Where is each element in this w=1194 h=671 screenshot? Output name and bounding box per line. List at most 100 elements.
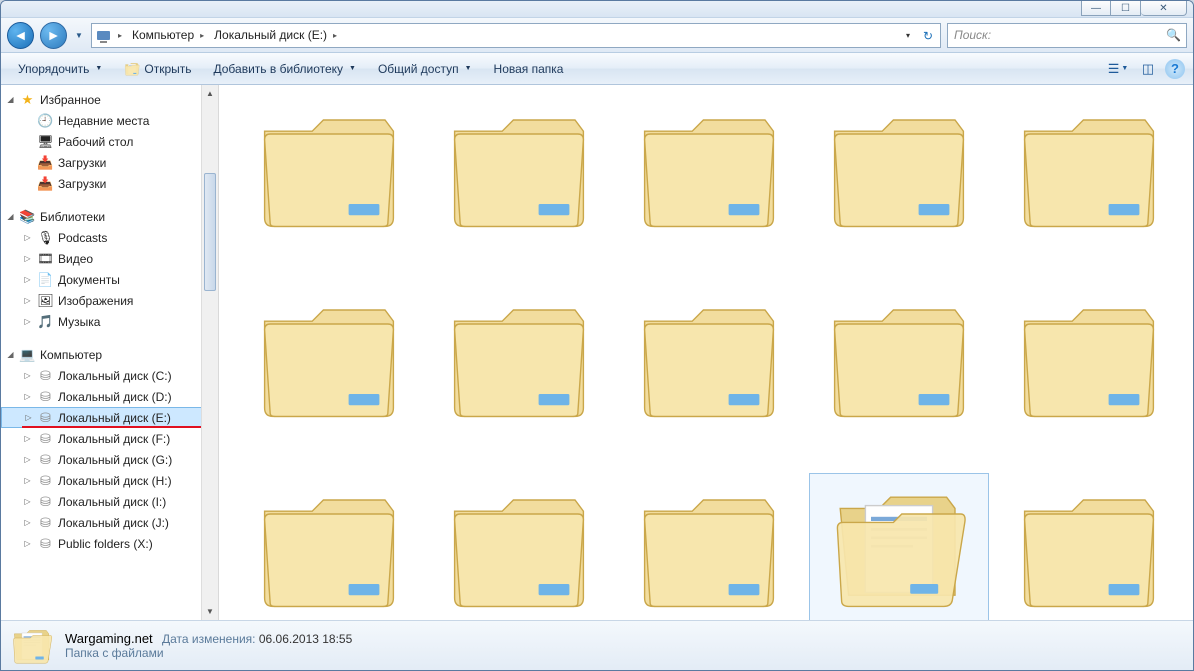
expand-icon[interactable]: ▷ <box>23 476 32 485</box>
forward-button[interactable]: ► <box>40 22 67 49</box>
drive-item[interactable]: ▷⛁Локальный диск (H:) <box>1 470 218 491</box>
titlebar[interactable]: — ☐ ✕ <box>1 1 1193 18</box>
tree-item[interactable]: ▷🖼Изображения <box>1 290 218 311</box>
file-list[interactable]: Wargaming.net <box>219 85 1193 620</box>
tree-item[interactable]: 🕘Недавние места <box>1 110 218 131</box>
folder-item[interactable] <box>429 473 609 620</box>
chevron-right-icon: ▸ <box>114 31 126 40</box>
libraries-root[interactable]: ◢ 📚 Библиотеки <box>1 206 218 227</box>
scroll-down-button[interactable]: ▼ <box>202 603 218 620</box>
folder-item[interactable] <box>999 283 1179 463</box>
scroll-thumb[interactable] <box>204 173 216 291</box>
expand-icon[interactable]: ▷ <box>23 539 32 548</box>
tree-item[interactable]: ▷ 📄 Документы <box>1 269 218 290</box>
breadcrumb-computer[interactable]: Компьютер ▸ <box>129 24 211 47</box>
folder-icon <box>449 289 589 429</box>
folder-item[interactable] <box>999 93 1179 273</box>
folder-item[interactable] <box>619 473 799 620</box>
breadcrumb-label: Локальный диск (E:) <box>214 28 327 42</box>
documents-icon: 📄 <box>37 271 54 288</box>
share-button[interactable]: Общий доступ▼ <box>369 57 481 81</box>
expand-icon[interactable]: ▷ <box>23 434 32 443</box>
expand-icon[interactable]: ▷ <box>23 254 32 263</box>
folder-item[interactable] <box>429 283 609 463</box>
drive-item[interactable]: ▷⛁Локальный диск (I:) <box>1 491 218 512</box>
breadcrumb-drive[interactable]: Локальный диск (E:) ▸ <box>211 24 344 47</box>
expand-icon[interactable]: ▷ <box>23 497 32 506</box>
tree-item[interactable]: ▷🎵Музыка <box>1 311 218 332</box>
view-mode-button[interactable]: ☰▼ <box>1105 58 1131 80</box>
search-icon[interactable]: 🔍 <box>1166 28 1181 42</box>
drive-item[interactable]: ▷⛁Локальный диск (F:) <box>1 428 218 449</box>
favorites-root[interactable]: ◢ ★ Избранное <box>1 89 218 110</box>
chevron-right-icon: ▸ <box>329 31 341 40</box>
star-icon: ★ <box>19 91 36 108</box>
expand-icon[interactable]: ▷ <box>23 518 32 527</box>
collapse-icon[interactable]: ◢ <box>6 350 15 359</box>
address-bar[interactable]: ▸ Компьютер ▸ Локальный диск (E:) ▸ ▾ ↻ <box>91 23 941 48</box>
tree-label: Документы <box>58 273 120 287</box>
collapse-icon[interactable]: ◢ <box>6 212 15 221</box>
expand-icon[interactable]: ▷ <box>23 371 32 380</box>
tree-label: Локальный диск (E:) <box>58 411 171 425</box>
folder-item[interactable] <box>239 93 419 273</box>
back-button[interactable]: ◄ <box>7 22 34 49</box>
drive-icon: ⛁ <box>37 514 54 531</box>
drive-item[interactable]: ▷⛁Локальный диск (G:) <box>1 449 218 470</box>
drive-item[interactable]: ▷⛁Public folders (X:) <box>1 533 218 554</box>
refresh-button[interactable]: ↻ <box>918 26 938 46</box>
minimize-button[interactable]: — <box>1081 0 1111 16</box>
drive-item[interactable]: ▷⛁Локальный диск (C:) <box>1 365 218 386</box>
folder-item[interactable] <box>619 283 799 463</box>
help-button[interactable]: ? <box>1165 59 1185 79</box>
search-input[interactable]: Поиск: 🔍 <box>947 23 1187 48</box>
expand-icon[interactable]: ▷ <box>23 275 32 284</box>
drive-item[interactable]: ▷⛁Локальный диск (D:) <box>1 386 218 407</box>
maximize-button[interactable]: ☐ <box>1111 0 1141 16</box>
close-button[interactable]: ✕ <box>1141 0 1187 16</box>
tree-item[interactable]: 📥Загрузки <box>1 152 218 173</box>
chevron-down-icon: ▼ <box>465 65 472 72</box>
tree-item[interactable]: ▷🎞Видео <box>1 248 218 269</box>
folder-item[interactable] <box>809 93 989 273</box>
collapse-icon[interactable]: ◢ <box>6 95 15 104</box>
tree-label: Public folders (X:) <box>58 537 153 551</box>
drive-item[interactable]: ▷⛁Локальный диск (E:) <box>1 407 218 428</box>
organize-button[interactable]: Упорядочить▼ <box>9 57 111 81</box>
sidebar-scrollbar[interactable]: ▲ ▼ <box>201 85 218 620</box>
tree-label: Локальный диск (H:) <box>58 474 172 488</box>
add-to-library-button[interactable]: Добавить в библиотеку▼ <box>205 57 365 81</box>
folder-item[interactable] <box>999 473 1179 620</box>
expand-icon[interactable]: ▷ <box>23 392 32 401</box>
folder-icon <box>449 99 589 239</box>
new-folder-button[interactable]: Новая папка <box>485 57 573 81</box>
expand-icon[interactable]: ▷ <box>23 296 32 305</box>
folder-item[interactable] <box>809 283 989 463</box>
video-icon: 🎞 <box>37 250 54 267</box>
favorites-group: ◢ ★ Избранное 🕘Недавние места 🖥Рабочий с… <box>1 89 218 194</box>
expand-icon[interactable]: ▷ <box>24 413 33 422</box>
computer-root[interactable]: ◢ 💻 Компьютер <box>1 344 218 365</box>
mod-value: 06.06.2013 18:55 <box>259 632 352 646</box>
tree-item[interactable]: 🖥Рабочий стол <box>1 131 218 152</box>
expand-icon[interactable]: ▷ <box>23 455 32 464</box>
folder-item[interactable] <box>239 473 419 620</box>
tree-label: Podcasts <box>58 231 107 245</box>
folder-item[interactable]: Wargaming.net <box>809 473 989 620</box>
folder-item[interactable] <box>619 93 799 273</box>
folder-item[interactable] <box>239 283 419 463</box>
folder-icon <box>829 289 969 429</box>
folder-icon <box>1019 289 1159 429</box>
expand-icon[interactable]: ▷ <box>23 233 32 242</box>
expand-icon[interactable]: ▷ <box>23 317 32 326</box>
preview-pane-button[interactable]: ◫ <box>1135 58 1161 80</box>
address-dropdown[interactable]: ▾ <box>900 26 916 46</box>
tree-item[interactable]: 📥Загрузки <box>1 173 218 194</box>
tree-item[interactable]: ▷🎙Podcasts <box>1 227 218 248</box>
drive-item[interactable]: ▷⛁Локальный диск (J:) <box>1 512 218 533</box>
breadcrumb-root[interactable]: ▸ <box>92 24 129 47</box>
folder-item[interactable] <box>429 93 609 273</box>
scroll-up-button[interactable]: ▲ <box>202 85 218 102</box>
history-dropdown[interactable]: ▼ <box>73 25 85 45</box>
open-button[interactable]: Открыть <box>115 57 200 81</box>
